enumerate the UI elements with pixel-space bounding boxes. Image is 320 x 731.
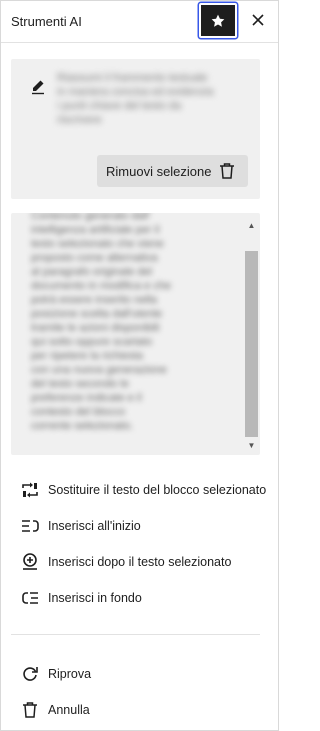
actions-divider — [11, 634, 260, 635]
selected-text: Riassumi il frammento testuale in manier… — [57, 71, 249, 127]
preview-line: tramite le azioni disponibili — [31, 322, 160, 334]
insert-at-end-button[interactable]: Inserisci in fondo — [20, 586, 142, 610]
trash-icon — [20, 700, 40, 720]
scroll-thumb[interactable] — [245, 251, 258, 437]
pin-button[interactable] — [199, 3, 237, 38]
preview-line: contesto del blocco — [31, 406, 126, 418]
retry-label: Riprova — [48, 667, 92, 681]
retry-button[interactable]: Riprova — [20, 662, 91, 686]
preview-line: posizione scelta dall'utente — [31, 308, 163, 320]
preview-line: documento in modifica e che — [31, 280, 172, 292]
selected-text-line: i punti chiave del testo da — [57, 100, 182, 112]
preview-line: corrente selezionato. — [31, 420, 134, 432]
cancel-button[interactable]: Annulla — [20, 698, 90, 722]
star-icon — [211, 14, 225, 27]
scroll-up-arrow-icon[interactable]: ▲ — [243, 219, 260, 231]
insert-at-start-button[interactable]: Inserisci all'inizio — [20, 514, 141, 538]
panel-title: Strumenti AI — [11, 14, 82, 29]
preview-scrollbar[interactable]: ▲ ▼ — [243, 213, 260, 455]
ai-tools-panel: Strumenti AI Riassumi il frammento testu… — [0, 0, 279, 731]
close-button[interactable] — [245, 7, 271, 33]
remove-selection-label: Rimuovi selezione — [106, 163, 212, 179]
selected-text-line: Riassumi il frammento testuale — [57, 72, 208, 84]
insert-after-icon — [20, 552, 40, 572]
preview-line: Contenuto generato dall' — [31, 213, 151, 222]
preview-line: del testo secondo le — [31, 378, 129, 390]
insert-at-start-label: Inserisci all'inizio — [48, 519, 141, 533]
pencil-icon — [32, 80, 44, 95]
preview-line: potrà essere inserito nella — [31, 294, 157, 306]
trash-icon — [218, 161, 236, 181]
preview-line: per ripetere la richiesta — [31, 350, 143, 362]
replace-icon — [20, 480, 40, 500]
selected-text-card: Riassumi il frammento testuale in manier… — [11, 59, 260, 199]
insert-after-selection-label: Inserisci dopo il testo selezionato — [48, 555, 232, 569]
insert-at-end-label: Inserisci in fondo — [48, 591, 142, 605]
retry-icon — [20, 664, 40, 684]
preview-line: qui sotto oppure scartato — [31, 336, 153, 348]
preview-line: con una nuova generazione — [31, 364, 167, 376]
insert-start-icon — [20, 516, 40, 536]
insert-after-selection-button[interactable]: Inserisci dopo il testo selezionato — [20, 550, 231, 574]
selected-text-line: riscrivere — [57, 114, 102, 126]
preview-line: proposto come alternativa — [31, 252, 158, 264]
ai-result-preview[interactable]: Contenuto generato dall' intelligenza ar… — [11, 213, 260, 455]
insert-end-icon — [20, 588, 40, 608]
selected-text-line: in maniera concisa ed evidenzia — [57, 86, 214, 98]
preview-line: intelligenza artificiale per il — [31, 224, 160, 236]
preview-line: al paragrafo originale del — [31, 266, 153, 278]
cancel-label: Annulla — [48, 703, 90, 717]
ai-result-text: Contenuto generato dall' intelligenza ar… — [31, 213, 221, 433]
close-icon — [252, 14, 264, 26]
preview-line: preferenze indicate e il — [31, 392, 142, 404]
scroll-down-arrow-icon[interactable]: ▼ — [243, 439, 260, 451]
panel-header: Strumenti AI — [1, 1, 278, 43]
replace-block-text-button[interactable]: Sostituire il testo del blocco seleziona… — [20, 478, 266, 502]
replace-block-text-label: Sostituire il testo del blocco seleziona… — [48, 483, 267, 497]
remove-selection-button[interactable]: Rimuovi selezione — [97, 155, 248, 187]
preview-line: testo selezionato che viene — [31, 238, 164, 250]
